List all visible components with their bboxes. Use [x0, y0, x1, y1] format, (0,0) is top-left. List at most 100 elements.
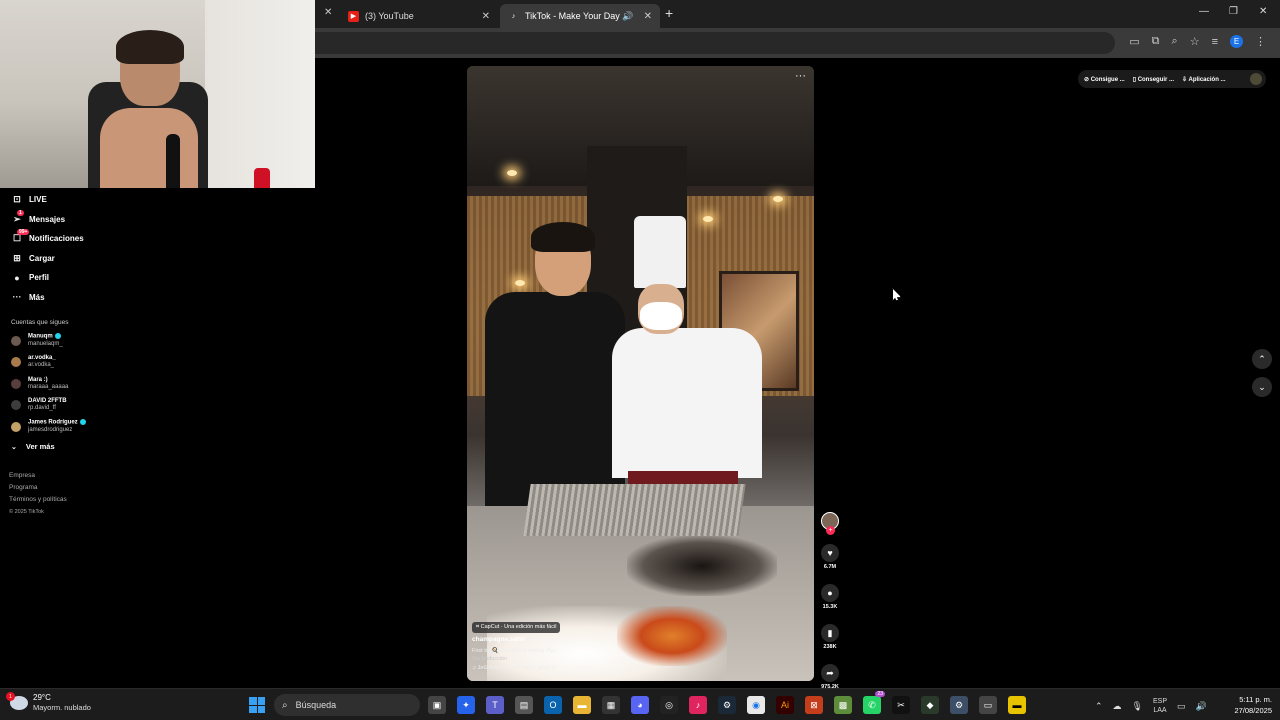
discord-icon[interactable]: ◕ — [631, 696, 649, 714]
obs-icon[interactable]: ◎ — [660, 696, 678, 714]
following-account[interactable]: ar.vodka_ ar.vodka_ — [0, 352, 110, 374]
like-button[interactable]: ♥ — [821, 544, 839, 562]
tab-title: (3) YouTube — [365, 11, 414, 21]
following-account[interactable]: James Rodríguez jamesdrodriguez — [0, 416, 110, 438]
notes-icon[interactable]: ▬ — [1008, 696, 1026, 714]
clock[interactable]: 5:11 p. m. 27/08/2025 — [1226, 694, 1272, 716]
outlook-icon[interactable]: O — [544, 696, 562, 714]
avatar — [11, 378, 21, 389]
weather-widget[interactable]: 1 29°C Mayorm. nublado — [6, 692, 91, 713]
sidebar-item-label: Notificaciones — [29, 234, 84, 244]
taskbar-search[interactable]: ⌕ Búsqueda — [274, 694, 420, 716]
top-right-actions: ⊘ Consigue ... ▯ Conseguir ... ⇩ Aplicac… — [1078, 70, 1266, 88]
more-options-icon[interactable]: ··· — [795, 70, 806, 82]
close-window-icon[interactable]: ✕ — [1259, 6, 1267, 17]
get-app-button[interactable]: ▯ Conseguir ... — [1133, 76, 1174, 83]
sidebar-item-messages[interactable]: ➢ 1 Mensajes — [0, 209, 110, 230]
app-download-button[interactable]: ⇩ Aplicación ... — [1182, 76, 1226, 83]
lang-top: ESP — [1152, 698, 1167, 705]
see-more-button[interactable]: ⌄ Ver más — [0, 438, 110, 456]
live-icon: ⊡ — [13, 194, 21, 205]
network-icon[interactable]: ▭ — [1177, 701, 1186, 712]
bell-icon: ☐ 99+ — [12, 229, 30, 244]
store-icon[interactable]: ▦ — [602, 696, 620, 714]
menu-icon[interactable]: ⋮ — [1255, 35, 1266, 48]
follow-plus-icon[interactable]: + — [826, 526, 835, 535]
cloud-sync-icon[interactable]: ☁ — [1113, 701, 1122, 712]
task-view-icon[interactable]: ▣ — [428, 696, 446, 714]
file-icon[interactable]: ▤ — [515, 696, 533, 714]
minimize-icon[interactable]: — — [1199, 6, 1209, 17]
chevron-down-icon: ⌄ — [1258, 381, 1266, 392]
following-account[interactable]: DAVID 2FFTB rp.david_ff — [0, 395, 110, 417]
translate-icon[interactable]: ⧉ — [1152, 35, 1160, 48]
start-button[interactable] — [249, 697, 265, 713]
whatsapp-badge: 23 — [875, 691, 885, 697]
media-control-icon[interactable]: ≡ — [1212, 36, 1218, 48]
close-icon[interactable]: ✕ — [324, 7, 332, 18]
star-icon[interactable]: ☆ — [1190, 35, 1200, 48]
music-label[interactable]: ♫ Jet2 Advert · ♫ A7 (Mi) | MAN ia — [472, 665, 556, 671]
tab-tiktok[interactable]: ♪ TikTok - Make Your Day 🔊 ✕ — [500, 4, 660, 28]
verified-icon — [79, 419, 86, 426]
video-player[interactable]: ··· ⌗ CapCut · Una edición más fácil cha… — [467, 66, 814, 681]
steam-icon[interactable]: ⚙ — [718, 696, 736, 714]
sidebar-item-live[interactable]: ⊡ LIVE — [0, 190, 110, 210]
chrome-icon[interactable]: ◉ — [747, 696, 765, 714]
cast-icon[interactable]: ▭ — [1129, 35, 1139, 48]
close-icon[interactable]: ✕ — [644, 11, 652, 22]
notification-badge: 99+ — [17, 229, 30, 236]
game-icon[interactable]: ◆ — [921, 696, 939, 714]
user-avatar[interactable] — [1250, 73, 1262, 85]
omnibox[interactable] — [315, 32, 1115, 54]
language-indicator[interactable]: ESP LAA — [1153, 697, 1167, 715]
footer-link[interactable]: Programa — [9, 482, 110, 494]
weather-description: Mayorm. nublado — [33, 703, 91, 712]
video-author[interactable]: champagne.santi — [472, 636, 525, 643]
new-tab-button[interactable]: + — [665, 5, 673, 21]
speaker-icon[interactable]: 🔊 — [622, 11, 633, 22]
restore-icon[interactable]: ❐ — [1229, 6, 1238, 17]
minecraft-icon[interactable]: ▩ — [834, 696, 852, 714]
folder-icon[interactable]: ▬ — [573, 696, 591, 714]
copyright: © 2025 TikTok — [9, 508, 44, 515]
volume-icon[interactable]: 🔊 — [1196, 701, 1207, 712]
following-account[interactable]: Manuqm manuelaqm_ — [0, 330, 110, 352]
close-icon[interactable]: ✕ — [482, 11, 490, 22]
tab-youtube[interactable]: ▶ (3) YouTube ✕ — [340, 4, 498, 28]
footer-link[interactable]: Términos y políticas — [9, 494, 110, 506]
copilot-icon[interactable]: ✦ — [457, 696, 475, 714]
chevron-up-icon[interactable]: ⌃ — [1095, 701, 1103, 712]
translate-link[interactable]: Ver traducción — [472, 656, 507, 662]
microphone-icon[interactable]: 🎙 — [1132, 701, 1143, 712]
avatar — [11, 335, 21, 346]
next-video-button[interactable]: ⌄ — [1252, 377, 1272, 397]
save-count: 238K — [823, 644, 837, 650]
following-account[interactable]: Mara :) maraaa_aaaaa — [0, 373, 110, 395]
capcut-label: CapCut · Una edición más fácil — [480, 624, 557, 630]
get-coins-button[interactable]: ⊘ Consigue ... — [1084, 76, 1125, 83]
footer-link[interactable]: Empresa — [9, 470, 110, 482]
previous-video-button[interactable]: ⌃ — [1252, 349, 1272, 369]
share-button[interactable]: ➦ — [821, 664, 839, 682]
profile-avatar[interactable]: E — [1230, 35, 1243, 48]
sidebar-item-upload[interactable]: ⊞ Cargar — [0, 249, 110, 269]
address-bar-row: ▭ ⧉ ⌕ ☆ ≡ E ⋮ — [315, 28, 1280, 58]
capcut-app-icon[interactable]: ✂ — [892, 696, 910, 714]
settings-icon[interactable]: ⚙ — [950, 696, 968, 714]
sidebar-item-profile[interactable]: ● Perfil — [0, 268, 110, 288]
capcut-tag[interactable]: ⌗ CapCut · Una edición más fácil — [472, 622, 561, 633]
tiktok-app-icon[interactable]: ♪ — [689, 696, 707, 714]
whatsapp-icon[interactable]: ✆ 23 — [863, 691, 885, 714]
illustrator-icon[interactable]: Ai — [776, 696, 794, 714]
office-icon[interactable]: ⊠ — [805, 696, 823, 714]
author-avatar[interactable]: + — [821, 512, 839, 535]
sidebar-item-notifications[interactable]: ☐ 99+ Notificaciones — [0, 229, 110, 249]
sidebar-item-more[interactable]: ··· Más — [0, 288, 110, 308]
save-button[interactable]: ▮ — [821, 624, 839, 642]
teams-icon[interactable]: T — [486, 696, 504, 714]
avatar-icon: ● — [14, 272, 20, 283]
window-app-icon[interactable]: ▭ — [979, 696, 997, 714]
zoom-icon[interactable]: ⌕ — [1172, 35, 1178, 48]
comment-button[interactable]: ● — [821, 584, 839, 602]
